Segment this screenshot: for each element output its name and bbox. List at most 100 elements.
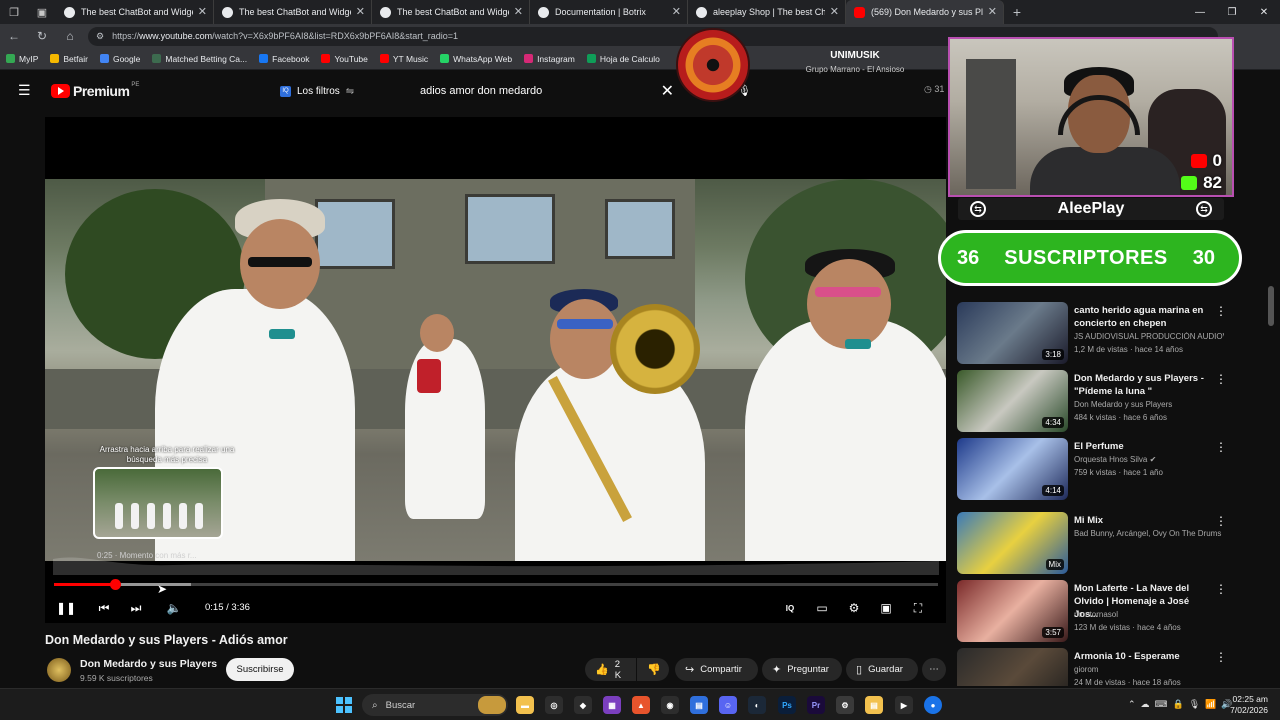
recommendation-channel[interactable]: JS AUDIOVISUAL PRODUCCIÓN AUDIOVI... [1074, 332, 1224, 341]
recommendation-thumbnail[interactable]: 4:34 [957, 370, 1068, 432]
channel-avatar[interactable] [47, 658, 71, 682]
recommendation-channel[interactable]: montornasol [1074, 610, 1224, 619]
bookmark-item[interactable]: YT Music [379, 54, 428, 64]
windows-start-icon[interactable] [336, 697, 352, 713]
file-explorer-icon[interactable]: ▬ [516, 696, 534, 714]
recommendation-channel[interactable]: Don Medardo y sus Players [1074, 400, 1224, 409]
previous-icon[interactable]: ⏮ [93, 597, 115, 619]
save-button[interactable]: ▯ Guardar [846, 658, 918, 681]
recommendation-title[interactable]: Don Medardo y sus Players - "Pídeme la l… [1074, 372, 1214, 398]
media-player-icon[interactable]: ▶ [895, 696, 913, 714]
browser-tab[interactable]: The best ChatBot and Widgets fo ✕ [214, 0, 372, 24]
fullscreen-icon[interactable]: ⛶ [907, 597, 929, 619]
bookmark-item[interactable]: Instagram [524, 54, 575, 64]
bookmark-item[interactable]: Google [99, 54, 140, 64]
close-window-icon[interactable]: ✕ [1248, 0, 1280, 24]
search-input[interactable]: adios amor don medardo ✕ [408, 79, 678, 103]
chrome-icon[interactable]: ● [924, 696, 942, 714]
close-tab-icon[interactable]: ✕ [514, 5, 523, 18]
site-info-icon[interactable]: ⚙ [96, 31, 104, 42]
more-options-icon[interactable]: ⋮ [1215, 650, 1227, 664]
more-options-icon[interactable]: ⋮ [1215, 582, 1227, 596]
taskbar-widget-icon[interactable] [478, 696, 506, 714]
system-tray[interactable]: ⌃ ☁ ⌨ 🔒 🎙 📶 🔊 [1128, 699, 1233, 710]
close-tab-icon[interactable]: ✕ [672, 5, 681, 18]
subscribe-button[interactable]: Suscribirse [226, 658, 294, 681]
recommendation-title[interactable]: Mi Mix [1074, 514, 1214, 527]
notes-icon[interactable]: ▤ [865, 696, 883, 714]
settings-app-icon[interactable]: ⚙ [836, 696, 854, 714]
recommendation-item[interactable]: Armonia 10 - Esperame giorom 24 M de vista… [957, 648, 1270, 686]
recommendation-thumbnail[interactable]: 3:18 [957, 302, 1068, 364]
close-tab-icon[interactable]: ✕ [356, 5, 365, 18]
premiere-icon[interactable]: Pr [807, 696, 825, 714]
chatgpt-icon[interactable]: ◎ [545, 696, 563, 714]
subtitles-icon[interactable]: ▭ [811, 597, 833, 619]
app-icon[interactable]: ▦ [603, 696, 621, 714]
next-icon[interactable]: ⏭ [125, 597, 147, 619]
recommendation-title[interactable]: Armonia 10 - Esperame [1074, 650, 1214, 663]
recommendation-title[interactable]: canto herido agua marina en concierto en… [1074, 304, 1214, 330]
recommendation-channel[interactable]: giorom [1074, 665, 1224, 674]
recommendation-item[interactable]: Mix Mi Mix Bad Bunny, Arcángel, Ovy On The… [957, 512, 1270, 574]
recommendation-channel[interactable]: Bad Bunny, Arcángel, Ovy On The Drums ..… [1074, 529, 1224, 538]
settings-icon[interactable]: ⚙ [843, 597, 865, 619]
theater-mode-icon[interactable]: ▣ [875, 597, 897, 619]
discord-icon[interactable]: ☺ [719, 696, 737, 714]
recommendation-thumbnail[interactable]: 4:14 [957, 438, 1068, 500]
youtube-logo[interactable]: Premium PE [51, 82, 139, 99]
more-actions-button[interactable]: ⋯ [922, 658, 946, 681]
share-button[interactable]: ↪ Compartir [675, 658, 758, 681]
channel-name[interactable]: Don Medardo y sus Players [80, 658, 217, 670]
bookmark-item[interactable]: Matched Betting Ca... [152, 54, 247, 64]
recommendation-item[interactable]: 3:18 canto herido agua marina en conciert… [957, 302, 1270, 364]
browser-tab[interactable]: aleeplay Shop | The best ChatBot ✕ [688, 0, 846, 24]
system-clock[interactable]: 02:25 am 7/02/2026 [1222, 694, 1268, 716]
browser-tab[interactable]: The best ChatBot and Widgets fo ✕ [372, 0, 530, 24]
maximize-icon[interactable]: ❐ [1216, 0, 1248, 24]
new-tab-button[interactable]: + [1004, 4, 1030, 20]
browser-tab[interactable]: Documentation | Botrix ✕ [530, 0, 688, 24]
browser-tab[interactable]: The best ChatBot and Widgets fo ✕ [56, 0, 214, 24]
close-tab-icon[interactable]: ✕ [198, 5, 207, 18]
app-icon[interactable]: ◆ [574, 696, 592, 714]
recommendation-thumbnail[interactable] [957, 648, 1068, 686]
bookmark-item[interactable]: WhatsApp Web [440, 54, 512, 64]
recommendation-item[interactable]: 4:14 El Perfume Orquesta Hnos Silva ✔ 759 k… [957, 438, 1270, 500]
recommendation-thumbnail[interactable]: 3:57 [957, 580, 1068, 642]
bookmark-item[interactable]: Betfair [50, 54, 88, 64]
like-button[interactable]: 👍 2 K [585, 658, 636, 681]
tab-overview-icon[interactable]: ▣ [28, 0, 56, 24]
pause-icon[interactable]: ❚❚ [55, 597, 77, 619]
photoshop-icon[interactable]: Ps [778, 696, 796, 714]
recommendation-thumbnail[interactable]: Mix [957, 512, 1068, 574]
recommendation-item[interactable]: 4:34 Don Medardo y sus Players - "Pídeme … [957, 370, 1270, 432]
bookmark-item[interactable]: MyIP [6, 54, 38, 64]
close-tab-icon[interactable]: ✕ [830, 5, 839, 18]
progress-bar[interactable] [54, 579, 938, 590]
back-icon[interactable]: ← [0, 24, 28, 48]
scrubber-handle[interactable] [110, 579, 122, 590]
volume-icon[interactable]: 🔈 [163, 597, 185, 619]
more-options-icon[interactable]: ⋮ [1215, 440, 1227, 454]
recommendation-channel[interactable]: Orquesta Hnos Silva ✔ [1074, 455, 1224, 464]
minimize-icon[interactable]: — [1184, 0, 1216, 24]
app-icon[interactable]: ◉ [661, 696, 679, 714]
bookmark-item[interactable]: Facebook [259, 54, 309, 64]
recommendation-title[interactable]: El Perfume [1074, 440, 1214, 453]
ask-button[interactable]: ✦ Preguntar [762, 658, 842, 681]
calculator-icon[interactable]: ▤ [690, 696, 708, 714]
dislike-button[interactable]: 👎 [637, 658, 669, 681]
bookmark-item[interactable]: Hoja de Calculo [586, 54, 660, 64]
browser-menu-icon[interactable]: ❐ [0, 0, 28, 24]
steam-icon[interactable]: ◐ [748, 696, 766, 714]
home-icon[interactable]: ⌂ [56, 24, 84, 48]
brave-icon[interactable]: ▲ [632, 696, 650, 714]
more-options-icon[interactable]: ⋮ [1215, 514, 1227, 528]
video-player[interactable]: Arrastra hacia arriba para realizar una … [45, 117, 946, 623]
more-options-icon[interactable]: ⋮ [1215, 372, 1227, 386]
more-options-icon[interactable]: ⋮ [1215, 304, 1227, 318]
bookmark-item[interactable]: YouTube [321, 54, 368, 64]
reload-icon[interactable]: ↻ [28, 24, 56, 48]
close-tab-icon[interactable]: ✕ [988, 5, 997, 18]
